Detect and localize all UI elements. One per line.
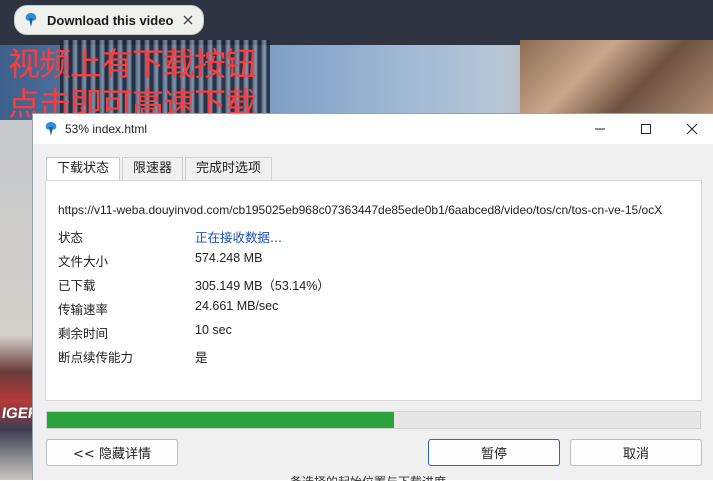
maximize-button[interactable] xyxy=(623,114,669,144)
tab-bar: 下载状态 限速器 完成时选项 xyxy=(46,157,274,181)
close-window-button[interactable] xyxy=(669,114,713,144)
promo-line-1: 视频上有下载按钮 xyxy=(8,45,257,83)
tab-on-completion[interactable]: 完成时选项 xyxy=(185,157,273,180)
resume-capability-value: 是 xyxy=(195,351,208,365)
download-progress-bar xyxy=(46,411,701,429)
time-left-value: 10 sec xyxy=(195,323,232,337)
window-title: 53% index.html xyxy=(65,122,148,136)
title-bar[interactable]: 53% index.html xyxy=(33,114,713,144)
downloaded-value: 305.149 MB（53.14%） xyxy=(195,279,330,293)
download-video-button[interactable]: Download this video xyxy=(14,5,204,35)
status-panel: https://v11-weba.douyinvod.com/cb195025e… xyxy=(45,180,702,401)
download-url: https://v11-weba.douyinvod.com/cb195025e… xyxy=(58,203,663,217)
hide-details-button[interactable]: << 隐藏详情 xyxy=(46,439,178,466)
progress-fill xyxy=(47,412,394,428)
status-label: 状态 xyxy=(58,230,84,245)
minimize-button[interactable] xyxy=(577,114,623,144)
downloaded-label: 已下载 xyxy=(58,278,96,293)
time-left-label: 剩余时间 xyxy=(58,326,109,341)
pause-button[interactable]: 暂停 xyxy=(428,439,560,466)
resume-capability-label: 断点续传能力 xyxy=(58,350,134,365)
status-value: 正在接收数据... xyxy=(195,230,282,245)
transfer-rate-label: 传输速率 xyxy=(58,302,109,317)
download-dialog: 53% index.html 下载状态 限速器 完成时选项 https://v1… xyxy=(32,113,713,481)
idm-download-icon xyxy=(23,12,39,28)
file-size-label: 文件大小 xyxy=(58,254,109,269)
tab-speed-limiter[interactable]: 限速器 xyxy=(122,157,184,180)
file-size-value: 574.248 MB xyxy=(195,251,263,265)
download-video-label: Download this video xyxy=(47,12,174,28)
tab-download-status[interactable]: 下载状态 xyxy=(46,157,121,181)
cancel-button[interactable]: 取消 xyxy=(570,439,702,466)
transfer-rate-value: 24.661 MB/sec xyxy=(195,299,279,313)
close-icon[interactable] xyxy=(181,13,195,27)
idm-app-icon xyxy=(43,121,59,137)
promo-caption: 视频上有下载按钮 点击即可高速下载 xyxy=(8,44,257,124)
